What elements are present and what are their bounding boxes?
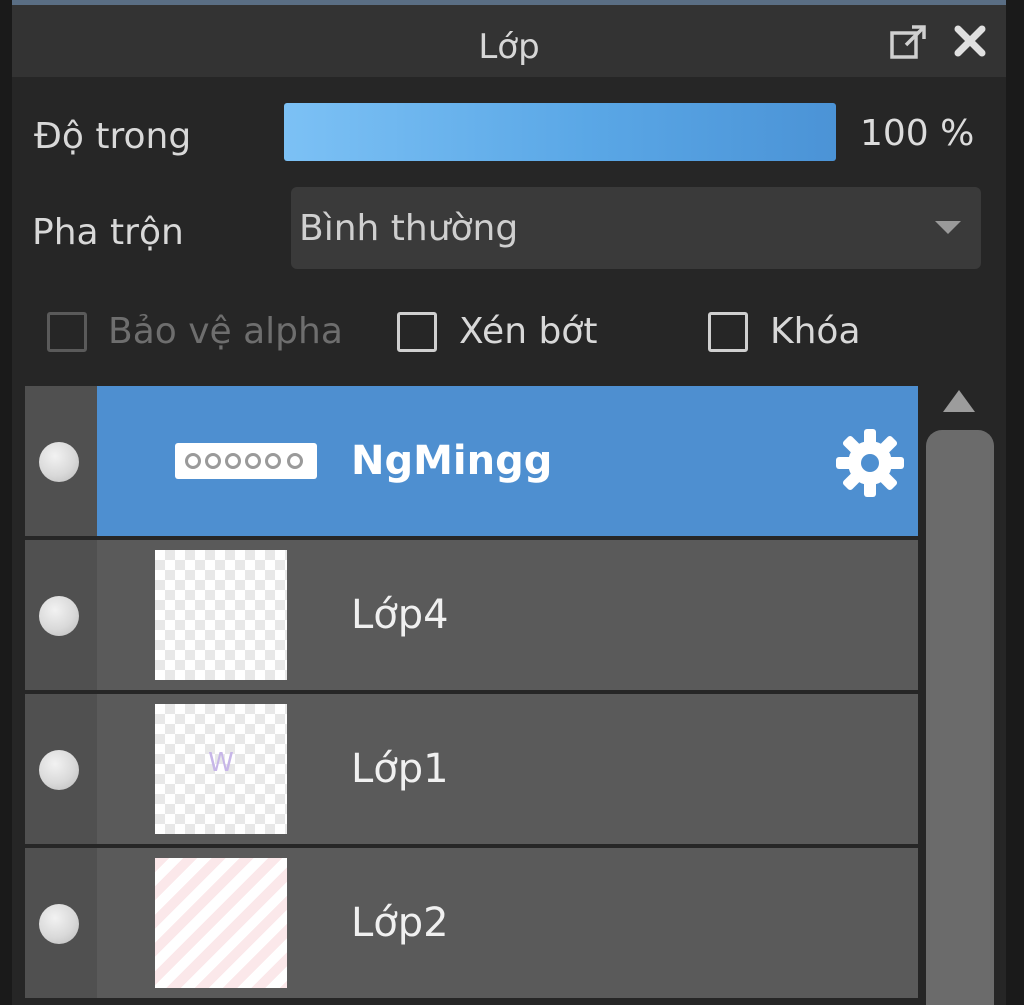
layer-thumbnail	[155, 550, 287, 680]
panel-titlebar: Lớp	[12, 5, 1006, 77]
clip-checkbox[interactable]	[397, 312, 437, 352]
layer-thumbnail	[175, 443, 317, 479]
layer-thumbnail: W	[155, 704, 287, 834]
layer-row[interactable]: Lớp2	[25, 848, 918, 998]
gear-icon[interactable]	[833, 426, 907, 500]
visibility-column	[25, 848, 97, 998]
thumbnail-sketch-mark: W	[208, 748, 234, 778]
blend-mode-select[interactable]: Bình thường	[291, 187, 981, 269]
layer-name: Lớp1	[351, 746, 449, 792]
protect-alpha-checkbox[interactable]	[47, 312, 87, 352]
chevron-down-icon	[935, 221, 961, 234]
opacity-slider-fill	[284, 103, 836, 161]
panel-right-edge	[1006, 0, 1024, 1005]
layer-row[interactable]: NgMingg	[25, 386, 918, 536]
triangle-up-icon[interactable]	[943, 390, 975, 412]
opacity-slider[interactable]	[284, 103, 836, 161]
visibility-column	[25, 694, 97, 844]
popout-icon[interactable]	[888, 23, 928, 63]
layer-name: Lớp4	[351, 592, 449, 638]
protect-alpha-label: Bảo vệ alpha	[108, 311, 343, 352]
opacity-label: Độ trong	[34, 116, 192, 157]
visibility-dot-icon[interactable]	[39, 596, 79, 636]
lock-checkbox[interactable]	[708, 312, 748, 352]
layer-row[interactable]: Lớp4	[25, 540, 918, 690]
lock-label: Khóa	[770, 311, 861, 352]
scrollbar[interactable]	[926, 430, 994, 1005]
layer-name: NgMingg	[351, 438, 553, 484]
clip-label: Xén bớt	[459, 311, 598, 352]
close-icon[interactable]	[950, 21, 990, 61]
visibility-column	[25, 386, 97, 536]
opacity-value: 100 %	[860, 113, 975, 154]
visibility-column	[25, 540, 97, 690]
layers-panel: Lớp Độ trong 100 % Pha trộn Bình thường …	[0, 0, 1024, 1005]
visibility-dot-icon[interactable]	[39, 750, 79, 790]
panel-left-edge	[0, 0, 12, 1005]
blend-label: Pha trộn	[32, 212, 184, 253]
blend-mode-value: Bình thường	[299, 208, 519, 249]
layer-list: NgMingg Lớp4 W Lớp1 Lớp2	[25, 386, 918, 1005]
layer-name: Lớp2	[351, 900, 449, 946]
panel-title: Lớp	[478, 27, 540, 67]
layer-thumbnail	[155, 858, 287, 988]
visibility-dot-icon[interactable]	[39, 904, 79, 944]
layer-row[interactable]: W Lớp1	[25, 694, 918, 844]
visibility-dot-icon[interactable]	[39, 442, 79, 482]
